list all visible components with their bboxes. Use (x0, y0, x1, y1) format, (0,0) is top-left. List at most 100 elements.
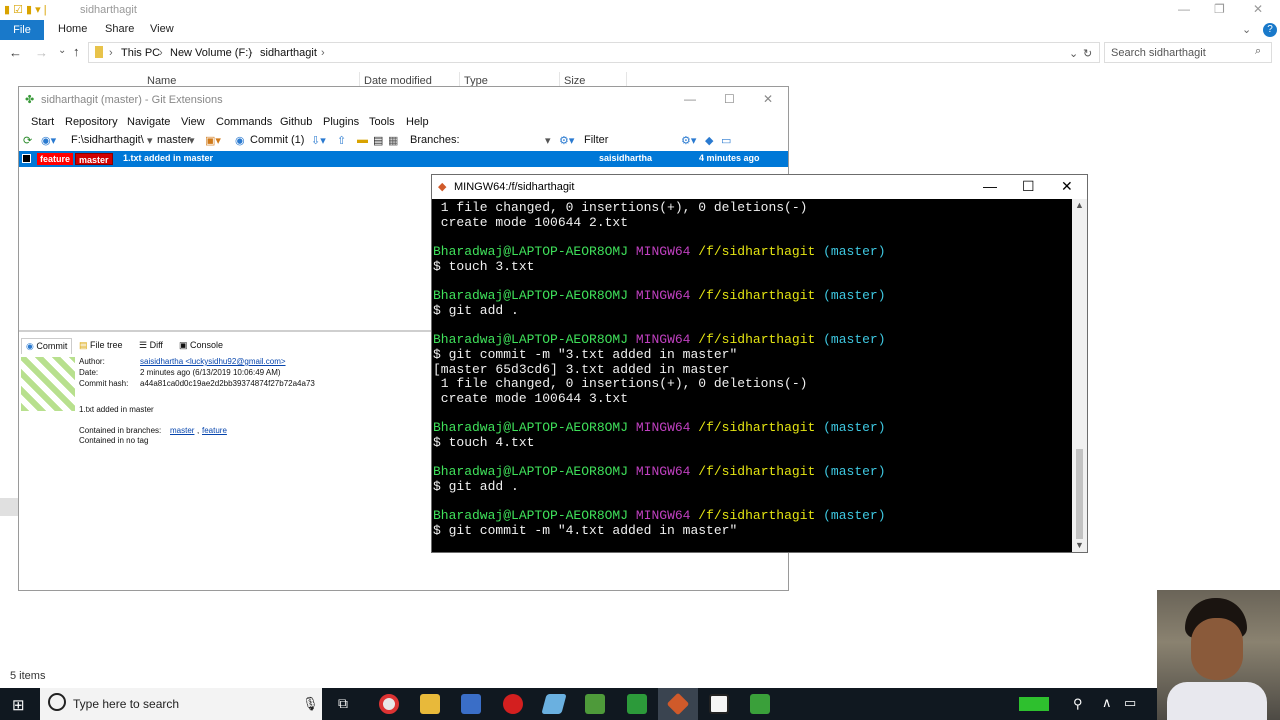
file-explorer-icon[interactable] (420, 694, 440, 714)
branch-dropdown[interactable]: master (157, 134, 191, 146)
tab-home[interactable]: Home (58, 23, 87, 35)
address-dropdown-icon[interactable]: ⌄ (1069, 47, 1078, 60)
branches-dropdown-arrow-icon[interactable]: ▾ (545, 134, 551, 147)
maximize-icon[interactable]: ☐ (1022, 178, 1035, 195)
filter-input[interactable] (609, 133, 679, 148)
minimize-icon[interactable]: — (684, 92, 696, 106)
tab-console[interactable]: ▣ Console (175, 338, 227, 354)
branches-filter-input[interactable] (469, 133, 551, 148)
tab-commit[interactable]: ◉ Commit (21, 338, 73, 354)
gitext-menubar: Start Repository Navigate View Commands … (19, 113, 788, 131)
prompt-line: Bharadwaj@LAPTOP-AEOR8OMJ MINGW64 /f/sid… (433, 464, 886, 479)
git-extensions-taskbar-icon[interactable] (585, 694, 605, 714)
open-folder-icon[interactable]: ▬ (357, 134, 368, 146)
people-icon[interactable]: ⚲ (1073, 696, 1083, 712)
battery-indicator-icon[interactable] (1019, 697, 1049, 711)
settings-icon[interactable]: ▦ (388, 134, 398, 147)
minimize-icon[interactable]: — (1178, 2, 1190, 16)
close-icon[interactable]: ✕ (1061, 178, 1073, 195)
app-icon[interactable] (461, 694, 481, 714)
show-panel-icon[interactable]: ▭ (721, 134, 731, 147)
battery-icon[interactable]: ▭ (1124, 695, 1136, 711)
filter-options-icon[interactable]: ⚙▾ (559, 134, 574, 147)
revision-row[interactable]: feature master 1.txt added in master sai… (19, 151, 788, 167)
explorer-titlebar: ▮ ☑ ▮ ▾ | sidharthagit — ❐ ✕ (0, 0, 1280, 20)
terminal-taskbar-icon[interactable] (709, 694, 729, 714)
menu-navigate[interactable]: Navigate (127, 116, 170, 128)
webcam-face (1191, 618, 1243, 680)
opera-icon[interactable] (503, 694, 523, 714)
menu-repository[interactable]: Repository (65, 116, 118, 128)
app-icon[interactable] (750, 694, 770, 714)
stash-icon[interactable]: ▣▾ (205, 134, 221, 147)
tag-feature[interactable]: feature (37, 153, 74, 165)
menu-start[interactable]: Start (31, 116, 54, 128)
repo-path-dropdown[interactable]: F:\sidharthagit\ (71, 134, 144, 146)
tag-master[interactable]: master (75, 153, 113, 165)
scrollbar-thumb[interactable] (1076, 449, 1083, 539)
path-dropdown-arrow-icon[interactable]: ▾ (147, 134, 153, 147)
tab-diff[interactable]: ☰ Diff (135, 338, 167, 354)
scroll-down-icon[interactable]: ▼ (1075, 540, 1084, 550)
tab-share[interactable]: Share (105, 23, 134, 35)
app-icon[interactable] (627, 694, 647, 714)
pull-icon[interactable]: ⇩▾ (311, 134, 326, 147)
back-arrow-icon[interactable]: ← (9, 45, 22, 60)
address-bar[interactable]: › This PC › New Volume (F:) › sidharthag… (88, 42, 1100, 63)
refresh-icon[interactable]: ↻ (1083, 47, 1092, 60)
hash-value: a44a81ca0d0c19ae2d2bb39374874f27b72a4a73 (140, 379, 315, 388)
branch-dropdown-arrow-icon[interactable]: ▾ (189, 134, 195, 147)
prompt-line: Bharadwaj@LAPTOP-AEOR8OMJ MINGW64 /f/sid… (433, 420, 886, 435)
menu-commands[interactable]: Commands (216, 116, 272, 128)
scroll-up-icon[interactable]: ▲ (1075, 200, 1084, 210)
chrome-icon[interactable] (379, 694, 399, 714)
chevron-down-icon[interactable]: ⌄ (1242, 23, 1251, 36)
menu-github[interactable]: Github (280, 116, 312, 128)
task-view-icon[interactable]: ⧉ (338, 695, 348, 712)
menu-help[interactable]: Help (406, 116, 429, 128)
revision-node-icon (22, 154, 31, 163)
terminal-scrollbar[interactable]: ▲ ▼ (1072, 199, 1087, 552)
console-icon[interactable]: ▤ (373, 134, 383, 147)
restore-icon[interactable]: ❐ (1214, 2, 1225, 16)
explorer-navbar: ← → ⌄ ↑ › This PC › New Volume (F:) › si… (0, 42, 1280, 64)
breadcrumb-volume[interactable]: New Volume (F:) (170, 47, 252, 59)
maximize-icon[interactable]: ☐ (724, 92, 735, 106)
taskbar-search-input[interactable]: Type here to search 🎙 (40, 688, 322, 720)
commit-icon[interactable]: ◉ (235, 134, 245, 147)
terminal-output[interactable]: 1 file changed, 0 insertions(+), 0 delet… (432, 199, 1072, 552)
nav-pane-edge (0, 498, 18, 516)
commit-button[interactable]: Commit (1) (250, 134, 304, 146)
menu-view[interactable]: View (181, 116, 205, 128)
push-icon[interactable]: ⇧ (337, 134, 346, 147)
up-arrow-icon[interactable]: ↑ (73, 44, 80, 59)
quick-access-icons[interactable]: ▮ ☑ ▮ ▾ | (4, 3, 47, 16)
explorer-search-input[interactable]: Search sidharthagit ⌕ (1104, 42, 1272, 63)
windows-start-icon[interactable]: ⊞ (12, 696, 25, 714)
author-link[interactable]: saisidhartha <luckysidhu92@gmail.com> (140, 357, 286, 366)
chevron-up-icon[interactable]: ∧ (1102, 695, 1112, 711)
tab-file-tree[interactable]: ▤ File tree (75, 338, 127, 354)
branch-link-feature[interactable]: feature (202, 426, 227, 435)
toggle-branch-icon[interactable]: ◆ (705, 134, 713, 147)
file-tab[interactable]: File (0, 20, 44, 40)
help-icon[interactable]: ? (1263, 23, 1277, 37)
breadcrumb-this-pc[interactable]: This PC (121, 47, 160, 59)
close-icon[interactable]: ✕ (763, 92, 773, 106)
branch-link-master[interactable]: master (170, 426, 194, 435)
recent-dropdown-icon[interactable]: ⌄ (58, 45, 66, 56)
tab-view[interactable]: View (150, 23, 174, 35)
refresh-icon[interactable]: ⟳ (23, 134, 32, 147)
microphone-icon[interactable]: 🎙 (302, 696, 319, 712)
breadcrumb-folder[interactable]: sidharthagit (260, 47, 317, 59)
menu-plugins[interactable]: Plugins (323, 116, 359, 128)
menu-tools[interactable]: Tools (369, 116, 395, 128)
revision-message: 1.txt added in master (123, 153, 214, 163)
repo-icon[interactable]: ◉▾ (41, 134, 56, 147)
command-line: $ git add . (433, 303, 519, 318)
filter-settings-icon[interactable]: ⚙▾ (681, 134, 696, 147)
close-icon[interactable]: ✕ (1253, 2, 1263, 16)
notepad-icon[interactable] (541, 694, 567, 714)
forward-arrow-icon[interactable]: → (35, 45, 48, 60)
minimize-icon[interactable]: — (983, 178, 997, 194)
